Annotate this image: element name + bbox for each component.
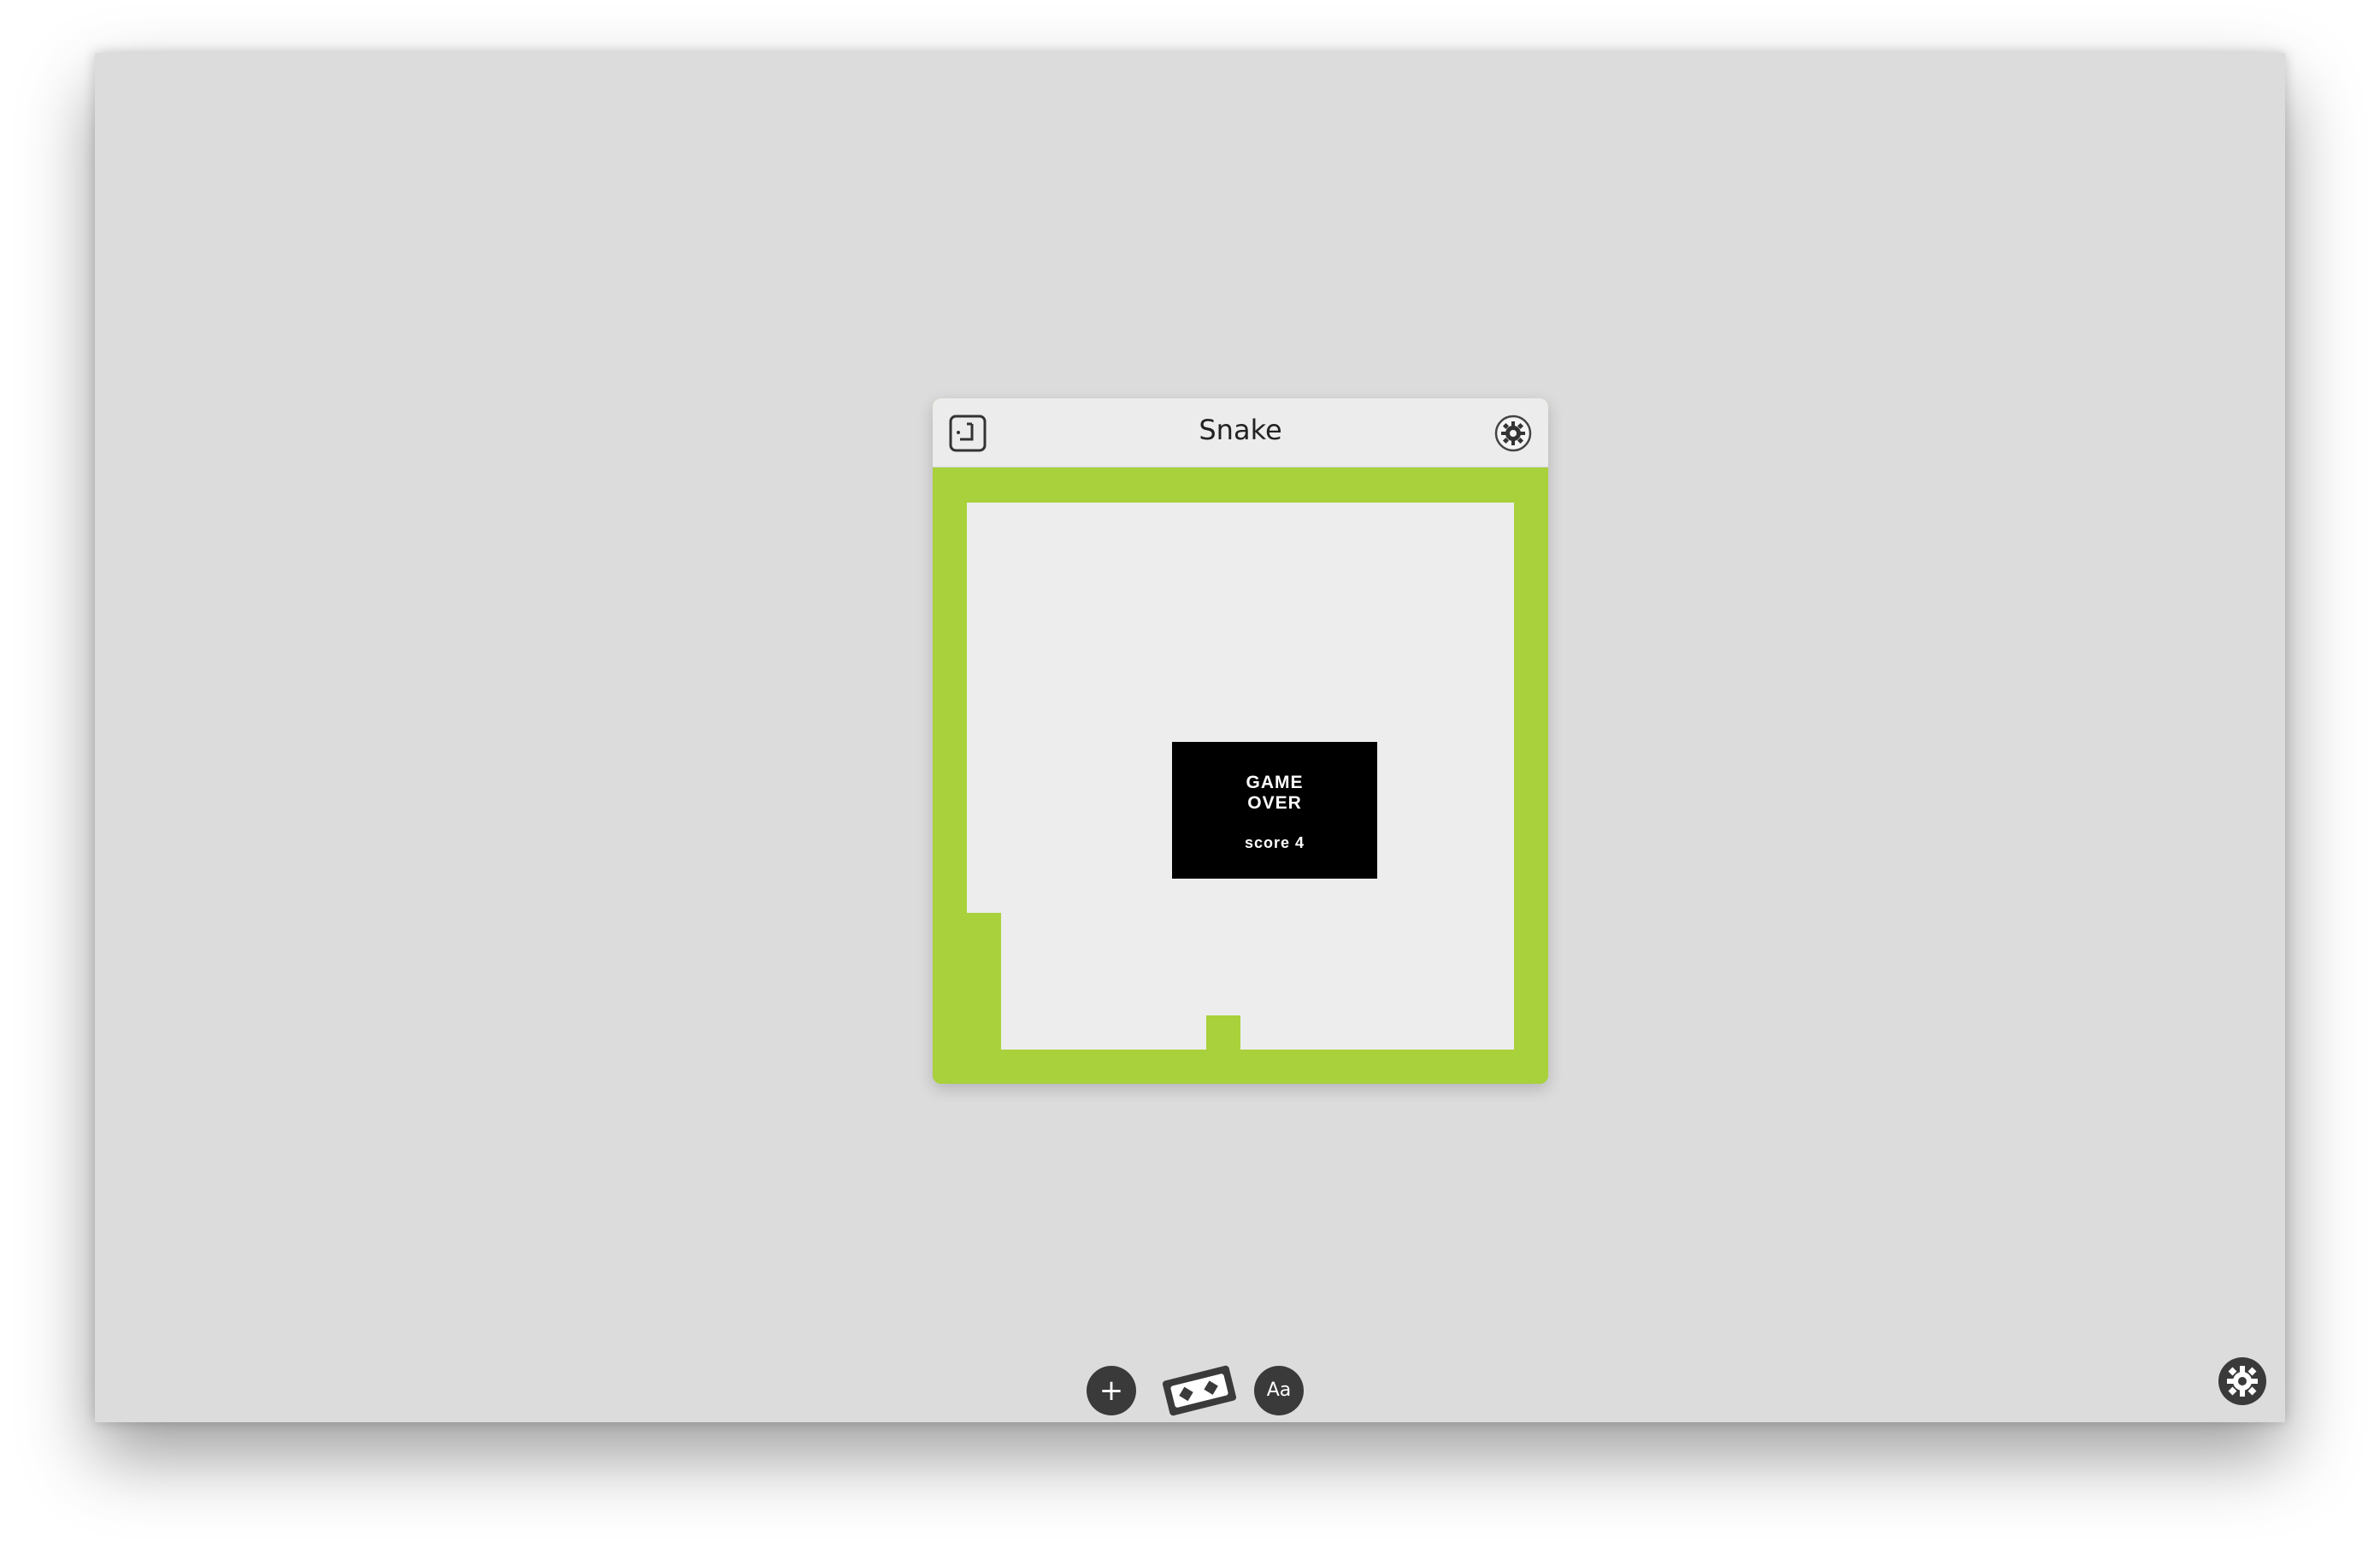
play-field: GAME OVER score 4 xyxy=(967,503,1514,1050)
snake-widget[interactable]: Snake GAME OVER score 4 xyxy=(933,398,1548,1084)
widget-title: Snake xyxy=(1199,414,1282,446)
tickets-icon[interactable] xyxy=(1158,1357,1240,1424)
score-text: score 4 xyxy=(1244,834,1305,851)
game-board[interactable]: GAME OVER score 4 xyxy=(933,468,1548,1084)
font-button[interactable]: Aa xyxy=(1254,1366,1304,1415)
add-widget-button[interactable]: + xyxy=(1087,1366,1136,1415)
game-over-panel: GAME OVER score 4 xyxy=(1172,742,1377,879)
gear-icon[interactable] xyxy=(2217,1356,2268,1407)
dashboard-toolbar: + Aa xyxy=(1087,1357,1343,1426)
game-over-line2: OVER xyxy=(1247,793,1302,813)
game-over-line1: GAME xyxy=(1246,773,1304,792)
snake-segment xyxy=(967,913,1001,1050)
gear-icon[interactable] xyxy=(1493,414,1533,453)
widget-header: Snake xyxy=(933,398,1548,468)
snake-segment xyxy=(1206,1015,1240,1050)
dashboard-background: Snake GAME OVER score 4 + Aa xyxy=(95,53,2285,1422)
